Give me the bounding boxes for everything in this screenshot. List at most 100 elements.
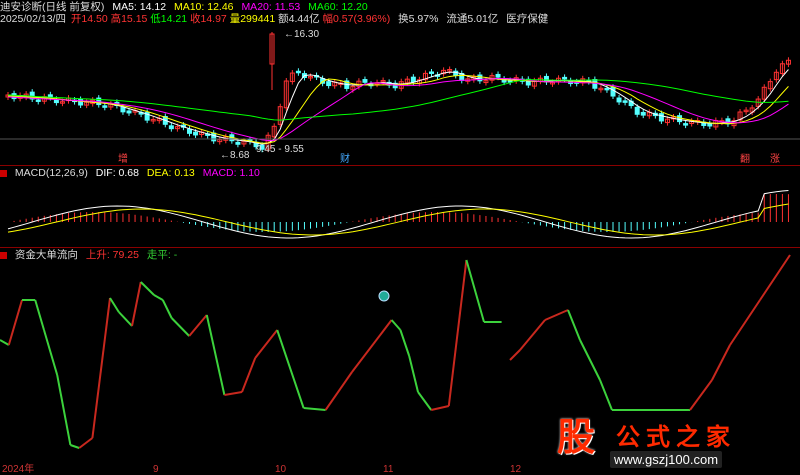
watermark: 股 公式之家 www.gszj100.com <box>550 411 790 473</box>
flow-signal-icon <box>378 290 390 302</box>
kline-mark: 财 <box>340 152 350 165</box>
candle-body <box>707 123 713 127</box>
quote-close: 收14.97 <box>190 13 227 25</box>
flow-segment <box>0 339 10 346</box>
flow-segment <box>70 444 80 449</box>
quote-volume: 量299441 <box>229 13 276 25</box>
quote-sector[interactable]: 医疗保健 <box>506 13 548 25</box>
candle-body <box>610 86 616 97</box>
flow-segment <box>188 314 208 337</box>
flow-segment <box>408 355 419 393</box>
flow-segment <box>254 329 278 359</box>
macd-title[interactable]: MACD(12,26,9) <box>15 167 88 179</box>
flow-segment <box>324 371 353 411</box>
macd-value: MACD: 1.10 <box>202 167 260 179</box>
flow-segment <box>78 437 94 449</box>
dea-line <box>7 203 789 236</box>
axis-tick: 12 <box>510 464 522 475</box>
watermark-logo: 股 <box>556 414 595 459</box>
macd-header: MACD(12,26,9) DIF: 0.68 DEA: 0.13 MACD: … <box>0 166 800 180</box>
ma5-line <box>7 69 789 145</box>
flow-segment <box>509 349 521 361</box>
candle-body <box>362 79 368 83</box>
flow-segment <box>599 379 613 411</box>
candle-body <box>168 125 174 130</box>
flow-segment <box>447 259 468 407</box>
candle-body <box>295 70 301 74</box>
candle-body <box>634 106 640 115</box>
flow-segment <box>567 309 581 341</box>
candle-body <box>683 123 689 126</box>
candle-body <box>126 110 132 114</box>
flow-segment <box>224 391 243 396</box>
candle-body <box>35 99 41 102</box>
flow-segment <box>153 294 164 301</box>
candle-body <box>495 73 501 78</box>
price-range-note: 9.45 - 9.55 <box>256 144 304 155</box>
price-high-label: ←16.30 <box>284 29 319 40</box>
flow-segment <box>417 391 433 411</box>
flow-segment <box>465 259 485 323</box>
flow-flat: 走平: - <box>146 249 178 261</box>
quote-open: 开14.50 <box>70 13 108 25</box>
flow-segment <box>689 379 713 411</box>
flow-segment <box>579 339 601 381</box>
axis-tick: 11 <box>383 464 394 475</box>
axis-tick: 9 <box>153 464 159 475</box>
flow-segment <box>351 319 393 373</box>
kline-mark: 翻 <box>740 153 750 165</box>
candle-body <box>562 76 568 80</box>
quote-amount: 额4.44亿 <box>278 13 320 25</box>
flow-segment <box>140 281 155 296</box>
price-low-label: ←8.68 <box>220 150 250 161</box>
flow-segment <box>544 309 569 321</box>
kline-mark: 增 <box>118 152 128 165</box>
flow-settings-icon[interactable] <box>0 251 7 259</box>
candle-body <box>429 71 434 74</box>
flow-segment <box>390 319 402 331</box>
candle-body <box>187 128 192 134</box>
quote-low: 低14.21 <box>150 13 188 25</box>
candle-body <box>604 87 610 91</box>
watermark-title: 公式之家 <box>616 424 736 451</box>
candle-body <box>616 97 622 103</box>
flow-segment <box>303 407 326 411</box>
macd-settings-icon[interactable] <box>0 169 7 177</box>
candle-body <box>102 105 108 108</box>
flow-segment <box>170 317 190 337</box>
quote-change: 幅0.57(3.96%) <box>322 13 391 25</box>
watermark-url: www.gszj100.com <box>610 451 723 468</box>
candle-body <box>235 141 241 145</box>
dif-line <box>7 190 789 239</box>
macd-dif: DIF: 0.68 <box>95 167 139 179</box>
quote-turnover: 换5.97% <box>398 13 439 25</box>
candle-body <box>326 81 332 87</box>
quote-float: 流通5.01亿 <box>446 13 499 25</box>
flow-up: 上升: 79.25 <box>85 249 139 261</box>
candle-body <box>622 100 628 103</box>
flow-segment <box>56 374 72 446</box>
flow-segment <box>131 281 142 327</box>
stock-chart[interactable]: ←16.30 ←8.68 9.45 - 9.55 增 财 翻 涨 <box>0 0 800 475</box>
macd-dea: DEA: 0.13 <box>146 167 195 179</box>
candle-body <box>193 131 199 136</box>
flow-segment <box>430 405 450 411</box>
flow-segment <box>399 329 411 357</box>
flow-segment <box>276 329 305 409</box>
quote-date: 2025/02/13/四 <box>0 13 66 25</box>
flow-segment <box>7 299 23 346</box>
flow-segment <box>118 311 133 327</box>
flow-header: 资金大单流向 上升: 79.25 走平: - <box>0 248 800 262</box>
axis-tick: 2024年 <box>2 464 35 475</box>
candle-body <box>658 113 664 122</box>
flow-segment <box>711 344 731 381</box>
flow-segment <box>161 299 173 319</box>
axis-tick: 10 <box>275 464 287 475</box>
flow-segment <box>109 297 120 313</box>
flow-segment <box>34 299 45 331</box>
flow-segment <box>519 319 546 351</box>
flow-segment <box>205 314 226 396</box>
flow-title[interactable]: 资金大单流向 <box>15 249 78 261</box>
kline-mark: 涨 <box>770 153 780 165</box>
candle-body <box>120 106 126 113</box>
